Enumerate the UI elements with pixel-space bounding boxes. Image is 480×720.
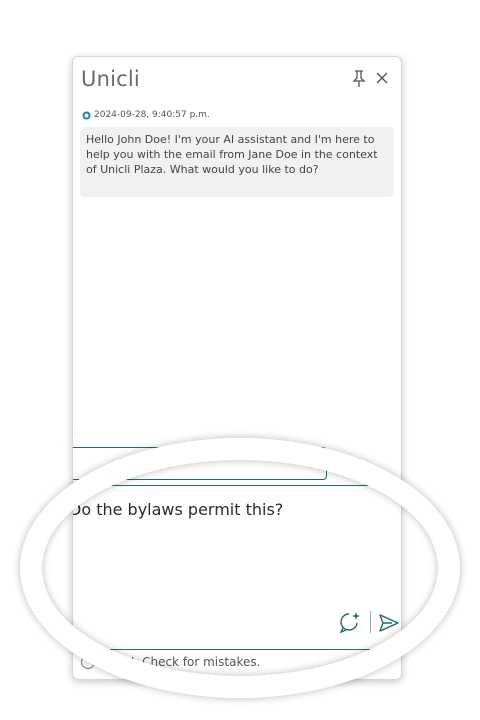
- ai-disclaimer: ses AI. Check for mistakes.: [99, 655, 261, 669]
- toolbar-divider: [370, 611, 371, 633]
- chevron-down-icon[interactable]: [308, 453, 320, 461]
- prompt-input[interactable]: Do the bylaws permit this?: [73, 500, 389, 519]
- action-dropdown[interactable]: [73, 447, 327, 480]
- send-icon[interactable]: [378, 612, 400, 634]
- bot-avatar-icon: [82, 110, 91, 120]
- sparkle-chat-icon[interactable]: [338, 610, 362, 634]
- help-icon[interactable]: [72, 612, 74, 632]
- pin-icon[interactable]: [352, 70, 366, 88]
- panel-title: Unicli: [81, 67, 140, 91]
- message-meta: 2024-09-28, 9:40:57 p.m.: [82, 110, 210, 120]
- compose-box[interactable]: Do the bylaws permit this?: [72, 485, 401, 650]
- close-icon[interactable]: [375, 71, 389, 85]
- side-label: Re...: [341, 459, 358, 468]
- message-timestamp: 2024-09-28, 9:40:57 p.m.: [94, 110, 210, 120]
- assistant-message: Hello John Doe! I'm your AI assistant an…: [80, 127, 394, 197]
- assistant-panel: Unicli 2024-09-28, 9:40:57 p.m. Hello Jo…: [72, 56, 402, 680]
- ai-logo-icon: [80, 654, 96, 670]
